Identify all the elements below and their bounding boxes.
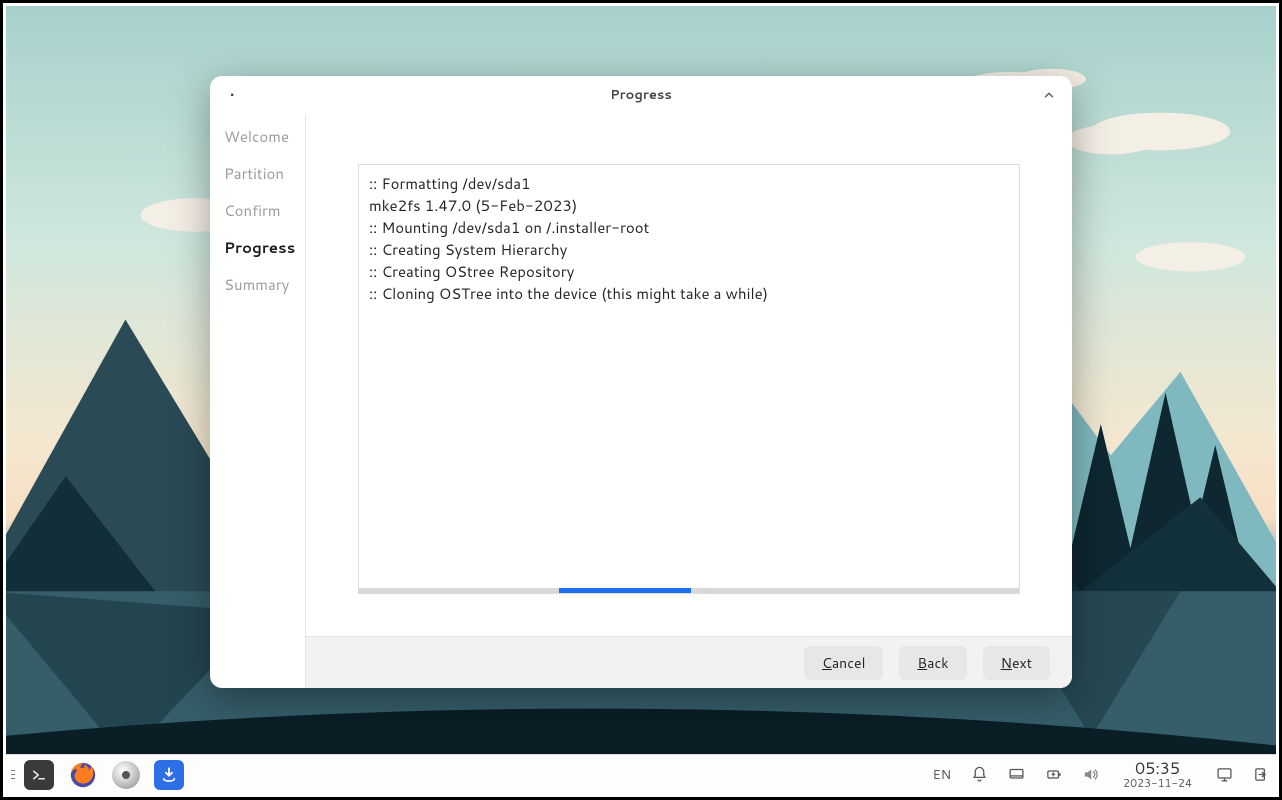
tray-clock[interactable]: 05:35 2023-11-24 xyxy=(1123,760,1192,790)
progress-bar xyxy=(358,588,1020,594)
launcher-terminal[interactable] xyxy=(24,760,54,790)
back-button[interactable]: Back xyxy=(899,646,966,680)
progress-bar-chunk xyxy=(559,588,691,593)
sidebar-step-progress[interactable]: Progress xyxy=(224,237,291,258)
taskbar-grip[interactable] xyxy=(8,770,18,779)
tray-desktop-icon[interactable] xyxy=(1008,766,1025,783)
installer-window: • Progress Welcome Partition Confirm Pro… xyxy=(210,76,1072,688)
system-tray: EN 05:35 2023-11-24 xyxy=(932,760,1270,790)
wizard-footer: Cancel Back Next xyxy=(306,636,1072,688)
tray-notifications-icon[interactable] xyxy=(971,766,988,783)
launcher-downloader[interactable] xyxy=(154,760,184,790)
collapse-icon[interactable] xyxy=(1042,88,1056,102)
tray-logout-icon[interactable] xyxy=(1253,766,1270,783)
window-titlebar[interactable]: • Progress xyxy=(210,76,1072,114)
progress-log: :: Formatting /dev/sda1 mke2fs 1.47.0 (5… xyxy=(358,164,1020,588)
launcher-disks[interactable] xyxy=(112,761,140,789)
taskbar: EN 05:35 2023-11-24 xyxy=(6,754,1276,794)
cancel-button[interactable]: Cancel xyxy=(804,646,884,680)
sidebar-step-confirm[interactable]: Confirm xyxy=(224,200,291,221)
sidebar-step-summary[interactable]: Summary xyxy=(224,274,291,295)
tray-battery-icon[interactable] xyxy=(1045,766,1062,783)
sidebar-step-partition[interactable]: Partition xyxy=(224,163,291,184)
taskbar-launchers xyxy=(24,760,184,790)
tray-volume-icon[interactable] xyxy=(1082,766,1099,783)
tray-screen-icon[interactable] xyxy=(1216,766,1233,783)
sidebar-steps: Welcome Partition Confirm Progress Summa… xyxy=(210,114,306,688)
next-button[interactable]: Next xyxy=(983,646,1050,680)
tray-lang[interactable]: EN xyxy=(932,766,951,784)
sidebar-step-welcome[interactable]: Welcome xyxy=(224,126,291,147)
launcher-firefox[interactable] xyxy=(68,760,98,790)
window-title: Progress xyxy=(610,86,672,104)
clock-date: 2023-11-24 xyxy=(1123,777,1192,789)
window-menu-dot[interactable]: • xyxy=(230,85,234,105)
